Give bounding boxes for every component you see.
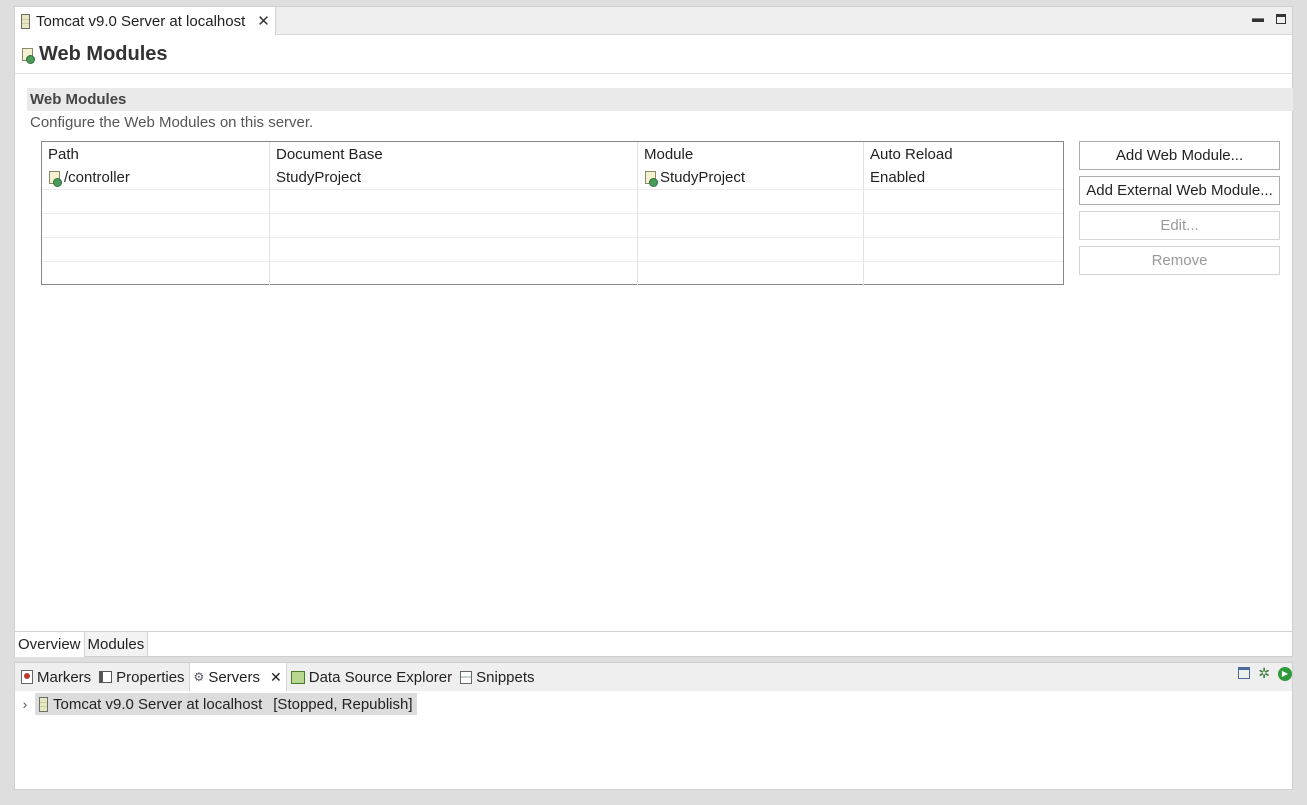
column-header-module[interactable]: Module (638, 142, 864, 166)
column-header-auto-reload[interactable]: Auto Reload (864, 142, 1063, 166)
editor-tab-bar: Tomcat v9.0 Server at localhost ✕ ▬ (15, 7, 1292, 35)
section-header: Web Modules (27, 88, 1293, 111)
close-icon[interactable]: ✕ (257, 12, 270, 30)
close-icon[interactable]: ✕ (270, 669, 282, 686)
column-header-document-base[interactable]: Document Base (270, 142, 638, 166)
data-source-icon (290, 670, 305, 684)
cell-path: /controller (42, 166, 270, 189)
server-editor: Tomcat v9.0 Server at localhost ✕ ▬ Web … (14, 6, 1293, 657)
section-description: Configure the Web Modules on this server… (30, 114, 314, 131)
view-tab-bar: Markers Properties ⚙ Servers ✕ Data Sour… (15, 663, 1292, 691)
table-row-empty (42, 190, 1063, 214)
add-external-web-module-button[interactable]: Add External Web Module... (1079, 176, 1280, 205)
server-tree-item[interactable]: › Tomcat v9.0 Server at localhost [Stopp… (15, 693, 417, 715)
servers-icon: ⚙ (193, 670, 205, 684)
table-row-empty (42, 262, 1063, 286)
server-icon (39, 696, 48, 712)
server-icon (21, 13, 30, 29)
tab-label: Markers (37, 668, 92, 686)
markers-icon (21, 670, 33, 684)
tab-label: Data Source Explorer (308, 668, 453, 686)
tab-label: Properties (116, 668, 185, 686)
properties-icon (99, 671, 113, 683)
web-module-icon (21, 47, 35, 64)
table-row-empty (42, 214, 1063, 238)
server-status: [Stopped, Republish] (273, 695, 413, 713)
path-value: /controller (64, 169, 130, 186)
tab-servers[interactable]: ⚙ Servers ✕ (188, 663, 287, 691)
tab-properties[interactable]: Properties (95, 663, 188, 691)
tab-snippets[interactable]: Snippets (456, 663, 538, 691)
editor-tab-label: Tomcat v9.0 Server at localhost (36, 12, 246, 30)
form-title-text: Web Modules (39, 43, 168, 65)
view-toolbar: ✲ ▶ (1238, 666, 1292, 681)
collapse-icon[interactable] (1238, 667, 1251, 679)
module-value: StudyProject (660, 169, 746, 186)
debug-icon[interactable]: ✲ (1258, 666, 1270, 681)
editor-tab-tomcat[interactable]: Tomcat v9.0 Server at localhost ✕ (15, 7, 276, 35)
tab-markers[interactable]: Markers (17, 663, 95, 691)
web-modules-table: Path Document Base Module Auto Reload /c… (41, 141, 1064, 286)
tab-label: Snippets (476, 668, 535, 686)
start-server-icon[interactable]: ▶ (1278, 667, 1292, 681)
chevron-right-icon[interactable]: › (15, 696, 35, 712)
server-tree-label: Tomcat v9.0 Server at localhost [Stopped… (35, 693, 417, 715)
tab-modules[interactable]: Modules (83, 632, 149, 657)
title-divider (15, 73, 1292, 74)
server-name: Tomcat v9.0 Server at localhost (53, 695, 263, 713)
tab-overview[interactable]: Overview (15, 632, 84, 657)
cell-document-base: StudyProject (270, 166, 638, 189)
tab-data-source-explorer[interactable]: Data Source Explorer (287, 663, 456, 691)
cell-module: StudyProject (638, 166, 864, 189)
table-row-empty (42, 238, 1063, 262)
bottom-views-panel: Markers Properties ⚙ Servers ✕ Data Sour… (14, 662, 1293, 790)
minimize-icon[interactable]: ▬ (1252, 11, 1264, 25)
tab-label: Servers (208, 668, 260, 686)
section-title: Web Modules (30, 91, 127, 108)
web-module-icon (48, 170, 62, 187)
editor-page-tabs: Overview Modules (15, 631, 1292, 658)
table-header: Path Document Base Module Auto Reload (42, 142, 1063, 166)
form-title: Web Modules (21, 43, 168, 66)
maximize-icon[interactable] (1276, 14, 1286, 24)
project-module-icon (644, 170, 658, 187)
snippets-icon (460, 670, 473, 684)
remove-button[interactable]: Remove (1079, 246, 1280, 275)
cell-auto-reload: Enabled (870, 169, 926, 186)
add-web-module-button[interactable]: Add Web Module... (1079, 141, 1280, 170)
edit-button[interactable]: Edit... (1079, 211, 1280, 240)
column-header-path[interactable]: Path (42, 142, 270, 166)
table-row[interactable]: /controller StudyProject StudyProject En… (42, 166, 1063, 190)
